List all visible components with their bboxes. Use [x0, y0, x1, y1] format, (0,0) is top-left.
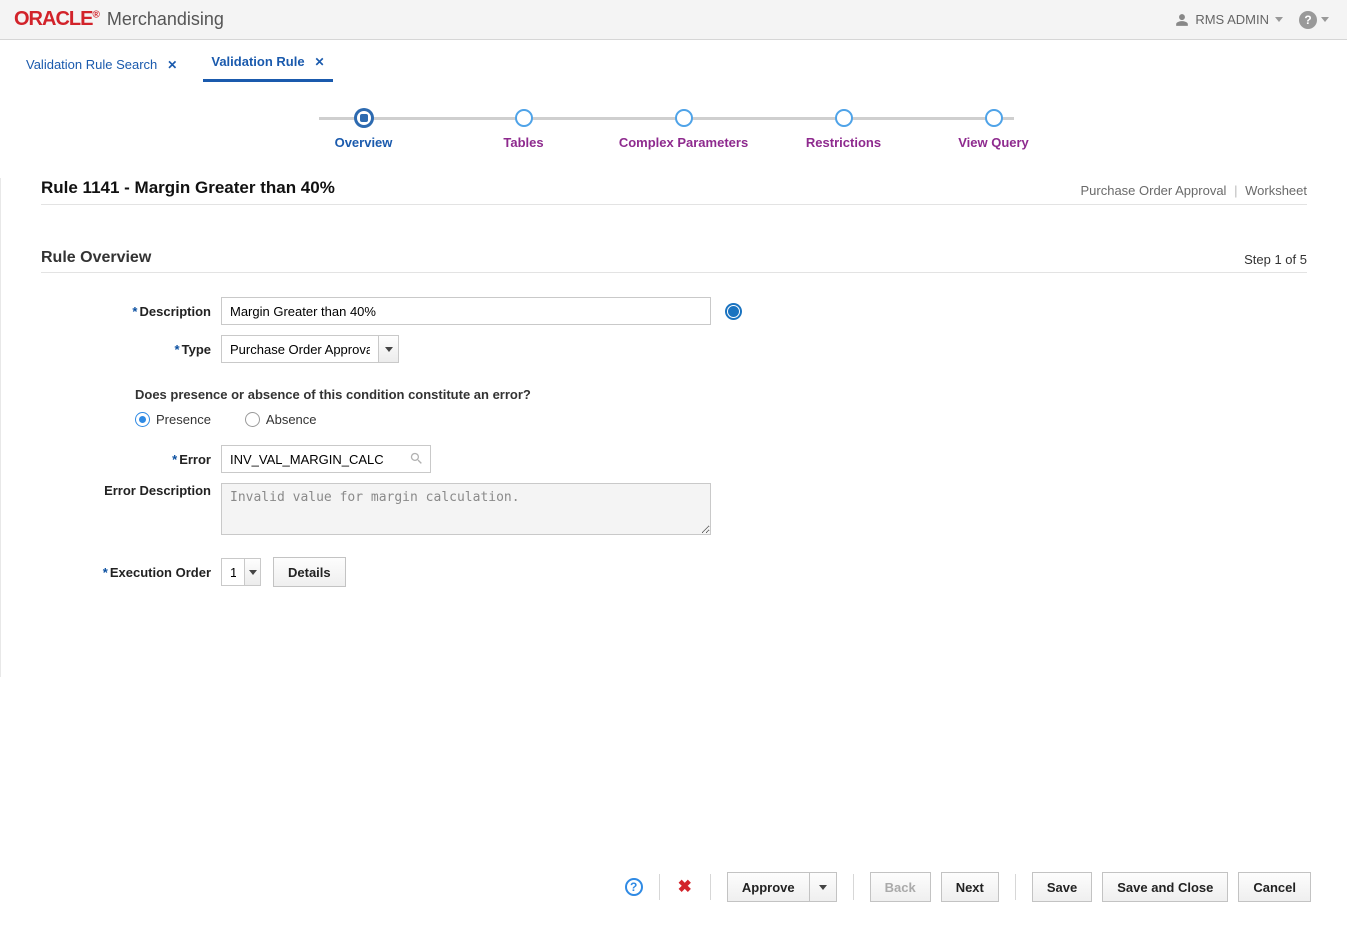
step-indicator: Step 1 of 5: [1244, 252, 1307, 267]
exec-order-label: *Execution Order: [91, 565, 221, 580]
train-stop-tables[interactable]: Tables: [444, 109, 604, 150]
train-label: Tables: [503, 135, 543, 150]
type-value[interactable]: [221, 335, 379, 363]
absence-radio[interactable]: [245, 412, 260, 427]
help-icon[interactable]: ?: [625, 878, 643, 896]
tab-label: Validation Rule: [211, 54, 304, 69]
footer-toolbar: ? ✖ Approve Back Next Save Save and Clos…: [0, 862, 1347, 930]
content-area: Rule 1141 - Margin Greater than 40% Purc…: [0, 178, 1347, 677]
rule-meta: Purchase Order Approval | Worksheet: [1080, 183, 1307, 198]
condition-question: Does presence or absence of this conditi…: [135, 387, 1307, 402]
question-icon: ?: [1299, 11, 1317, 29]
train-stop-complex-parameters[interactable]: Complex Parameters: [604, 109, 764, 150]
divider: [1015, 874, 1016, 900]
train-stop-overview[interactable]: Overview: [284, 109, 444, 150]
approve-split-button[interactable]: Approve: [727, 872, 837, 902]
chevron-down-icon: [1321, 17, 1329, 22]
absence-label: Absence: [266, 412, 317, 427]
header-user-area: RMS ADMIN ?: [1175, 11, 1333, 29]
chevron-down-icon: [1275, 17, 1283, 22]
error-desc-label: Error Description: [91, 483, 221, 498]
divider: [853, 874, 854, 900]
help-menu[interactable]: ?: [1295, 11, 1333, 29]
dropdown-arrow[interactable]: [245, 558, 261, 586]
train-stop-view-query[interactable]: View Query: [924, 109, 1064, 150]
next-button[interactable]: Next: [941, 872, 999, 902]
back-button[interactable]: Back: [870, 872, 931, 902]
tab-label: Validation Rule Search: [26, 57, 157, 72]
error-desc-textarea: [221, 483, 711, 535]
approve-button[interactable]: Approve: [727, 872, 809, 902]
exec-order-value[interactable]: [221, 558, 245, 586]
presence-radio[interactable]: [135, 412, 150, 427]
train-node: [675, 109, 693, 127]
oracle-logo-text: ORACLE: [14, 8, 92, 30]
delete-icon[interactable]: ✖: [676, 877, 694, 897]
train-label: Overview: [335, 135, 393, 150]
rule-meta-type: Purchase Order Approval: [1080, 183, 1226, 198]
presence-label: Presence: [156, 412, 211, 427]
approve-dropdown[interactable]: [809, 872, 837, 902]
rule-title: Rule 1141 - Margin Greater than 40%: [41, 178, 335, 198]
train-line: [319, 117, 1014, 120]
oracle-logo: ORACLE®: [14, 8, 99, 31]
user-icon: [1175, 13, 1189, 27]
chevron-down-icon: [385, 347, 393, 352]
chevron-down-icon: [819, 885, 827, 890]
brand: ORACLE® Merchandising: [14, 8, 224, 31]
description-label: *Description: [91, 304, 221, 319]
details-button[interactable]: Details: [273, 557, 346, 587]
dropdown-arrow[interactable]: [379, 335, 399, 363]
divider: [710, 874, 711, 900]
separator: |: [1234, 183, 1237, 198]
description-input[interactable]: [221, 297, 711, 325]
user-name: RMS ADMIN: [1195, 12, 1269, 27]
error-label: *Error: [91, 452, 221, 467]
type-label: *Type: [91, 342, 221, 357]
presence-absence-group: Presence Absence: [135, 412, 1307, 427]
wizard-train: Overview Tables Complex Parameters Restr…: [264, 109, 1084, 150]
rule-overview-form: *Description *Type Does presence or abse…: [41, 273, 1307, 587]
train-node: [515, 109, 533, 127]
train-label: Restrictions: [806, 135, 881, 150]
train-label: View Query: [958, 135, 1029, 150]
rule-meta-status: Worksheet: [1245, 183, 1307, 198]
tab-validation-rule[interactable]: Validation Rule ✕: [203, 48, 332, 82]
exec-order-select[interactable]: [221, 558, 261, 586]
product-name: Merchandising: [107, 9, 224, 30]
cancel-button[interactable]: Cancel: [1238, 872, 1311, 902]
chevron-down-icon: [249, 570, 257, 575]
app-header: ORACLE® Merchandising RMS ADMIN ?: [0, 0, 1347, 40]
rule-header: Rule 1141 - Margin Greater than 40% Purc…: [41, 178, 1307, 205]
section-title: Rule Overview: [41, 249, 151, 267]
save-button[interactable]: Save: [1032, 872, 1092, 902]
error-lookup[interactable]: [221, 445, 431, 473]
close-icon[interactable]: ✕: [315, 55, 325, 69]
close-icon[interactable]: ✕: [167, 58, 177, 72]
train-node: [355, 109, 373, 127]
train-node: [985, 109, 1003, 127]
train-stop-restrictions[interactable]: Restrictions: [764, 109, 924, 150]
error-input[interactable]: [221, 445, 431, 473]
save-and-close-button[interactable]: Save and Close: [1102, 872, 1228, 902]
divider: [659, 874, 660, 900]
user-menu[interactable]: RMS ADMIN: [1175, 12, 1287, 27]
tab-validation-rule-search[interactable]: Validation Rule Search ✕: [18, 51, 185, 82]
section-header: Rule Overview Step 1 of 5: [41, 249, 1307, 273]
type-select[interactable]: [221, 335, 399, 363]
tabs-row: Validation Rule Search ✕ Validation Rule…: [0, 40, 1347, 83]
globe-icon[interactable]: [725, 303, 742, 320]
train-node: [835, 109, 853, 127]
train-label: Complex Parameters: [619, 135, 748, 150]
